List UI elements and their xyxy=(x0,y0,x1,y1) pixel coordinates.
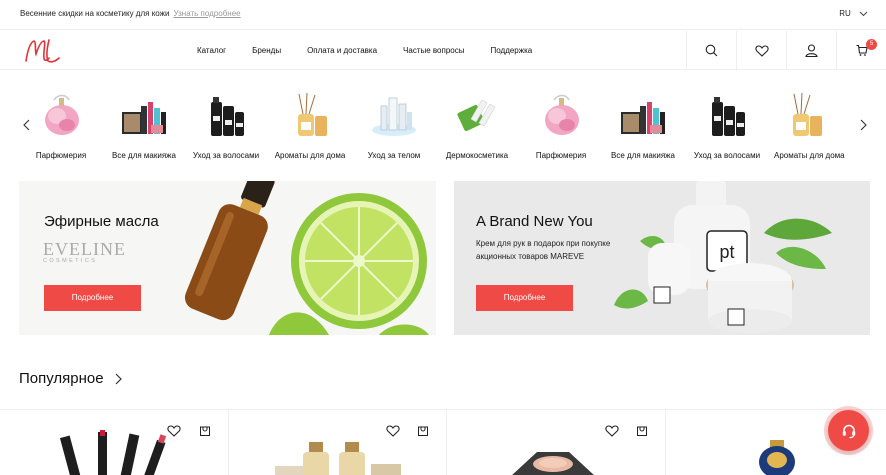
perfume-image xyxy=(545,94,579,135)
logo-word: EVELINE xyxy=(43,239,126,259)
account-button[interactable] xyxy=(786,31,836,70)
main-header: Каталог Бренды Оплата и доставка Частые … xyxy=(0,31,886,70)
heart-icon[interactable] xyxy=(386,425,400,437)
headset-icon xyxy=(842,424,855,438)
promo-link[interactable]: Узнать подробнее xyxy=(173,9,240,18)
perfume-image xyxy=(45,94,79,135)
heart-icon[interactable] xyxy=(605,425,619,437)
category-item-hair-care[interactable]: Уход за волосами xyxy=(682,92,772,164)
banner-title: A Brand New You xyxy=(476,213,593,230)
category-item-dermocosmetics[interactable]: Дермокосметика xyxy=(432,92,522,164)
category-label: Парфюмерия xyxy=(535,151,587,160)
lipsticks-image xyxy=(60,430,167,475)
banner-description: Крем для рук в подарок при покупке акцио… xyxy=(476,238,610,263)
category-label: Уход за телом xyxy=(367,151,421,160)
hair-care-image xyxy=(712,97,745,136)
language-selector[interactable]: RU xyxy=(839,9,868,18)
category-label: Парфюмерия xyxy=(35,151,87,160)
search-button[interactable] xyxy=(686,31,736,70)
user-icon xyxy=(805,44,818,57)
category-item-perfume[interactable]: Парфюмерия xyxy=(516,92,606,164)
category-label: Все для макияжа xyxy=(112,151,176,160)
add-to-cart-icon[interactable] xyxy=(417,425,429,437)
category-label: Уход за волосами xyxy=(192,151,260,160)
banner-description-line: Крем для рук в подарок при покупке xyxy=(476,239,611,248)
home-scents-image xyxy=(793,92,822,136)
header-actions: 5 xyxy=(686,31,886,70)
perfume-bottle-image xyxy=(759,440,795,475)
banner-description-line: акционных товаров MAREVE xyxy=(476,251,585,261)
makeup-set-image xyxy=(122,102,166,134)
search-icon xyxy=(705,44,718,57)
promo-banner-essential-oils[interactable]: Эфирные масла EVELINE COSMETICS Подробне… xyxy=(19,181,436,335)
promo-banner-brand-new-you[interactable]: A Brand New You Крем для рук в подарок п… xyxy=(454,181,870,335)
popular-section-title[interactable]: Популярное xyxy=(19,370,122,387)
compact-powder-image xyxy=(512,452,594,475)
home-scents-image xyxy=(298,92,327,136)
hair-oil-bottles-image xyxy=(275,442,401,475)
support-chat-button[interactable] xyxy=(828,410,869,451)
category-item-makeup[interactable]: Все для макияжа xyxy=(99,92,189,164)
category-label: Все для макияжа xyxy=(611,151,675,160)
promo-message: Весенние скидки на косметику для кожи Узн… xyxy=(20,9,241,18)
makeup-set-image xyxy=(621,102,665,134)
category-carousel: Парфюмерия Все для макияжа Уход за волос… xyxy=(0,80,886,170)
chevron-down-icon xyxy=(859,11,868,17)
add-to-cart-icon[interactable] xyxy=(199,425,211,437)
banner-more-button[interactable]: Подробнее xyxy=(476,285,573,311)
category-label: Уход за волосами xyxy=(693,151,761,160)
category-item-home-scents[interactable]: Ароматы для дома xyxy=(265,92,355,164)
cart-button[interactable]: 5 xyxy=(836,31,886,70)
heart-icon xyxy=(754,44,769,57)
nav-payment-delivery[interactable]: Оплата и доставка xyxy=(307,46,377,55)
hair-care-image xyxy=(211,97,244,136)
top-promo-bar: Весенние скидки на косметику для кожи Узн… xyxy=(0,0,886,30)
product-card[interactable] xyxy=(229,410,447,475)
brand-logo[interactable] xyxy=(22,36,62,66)
product-card[interactable] xyxy=(447,410,666,475)
banner-title: Эфирные масла xyxy=(44,213,159,230)
category-label: Дермокосметика xyxy=(445,151,509,160)
product-card[interactable] xyxy=(0,410,229,475)
popular-title-text: Популярное xyxy=(19,370,104,387)
category-item-hair-care[interactable]: Уход за волосами xyxy=(181,92,271,164)
add-to-cart-icon[interactable] xyxy=(636,425,648,437)
oil-and-lime-image xyxy=(184,181,429,335)
category-item-body-care[interactable]: Уход за телом xyxy=(349,92,439,164)
popular-products-row xyxy=(0,409,886,475)
nav-faq[interactable]: Частые вопросы xyxy=(403,46,464,55)
promo-text: Весенние скидки на косметику для кожи xyxy=(20,9,170,18)
dermocosmetics-image xyxy=(457,99,496,132)
language-label: RU xyxy=(839,9,851,18)
category-item-perfume[interactable]: Парфюмерия xyxy=(16,92,106,164)
banner-more-button[interactable]: Подробнее xyxy=(44,285,141,311)
cart-count-badge: 5 xyxy=(866,39,877,50)
favorites-button[interactable] xyxy=(736,31,786,70)
category-item-home-scents[interactable]: Ароматы для дома xyxy=(765,92,845,164)
eveline-cosmetics-logo: EVELINE COSMETICS xyxy=(43,239,126,264)
chevron-right-icon xyxy=(115,373,122,385)
skincare-products-image: pt xyxy=(614,181,832,333)
category-item-makeup[interactable]: Все для макияжа xyxy=(598,92,688,164)
category-label: Ароматы для дома xyxy=(774,151,845,160)
carousel-next-arrow[interactable] xyxy=(856,118,870,132)
nav-brands[interactable]: Бренды xyxy=(252,46,281,55)
product-mark: pt xyxy=(719,242,734,262)
nav-catalog[interactable]: Каталог xyxy=(197,46,226,55)
body-care-image xyxy=(372,97,416,136)
main-nav: Каталог Бренды Оплата и доставка Частые … xyxy=(197,46,558,55)
category-label: Ароматы для дома xyxy=(274,151,346,160)
nav-support[interactable]: Поддержка xyxy=(491,46,533,55)
